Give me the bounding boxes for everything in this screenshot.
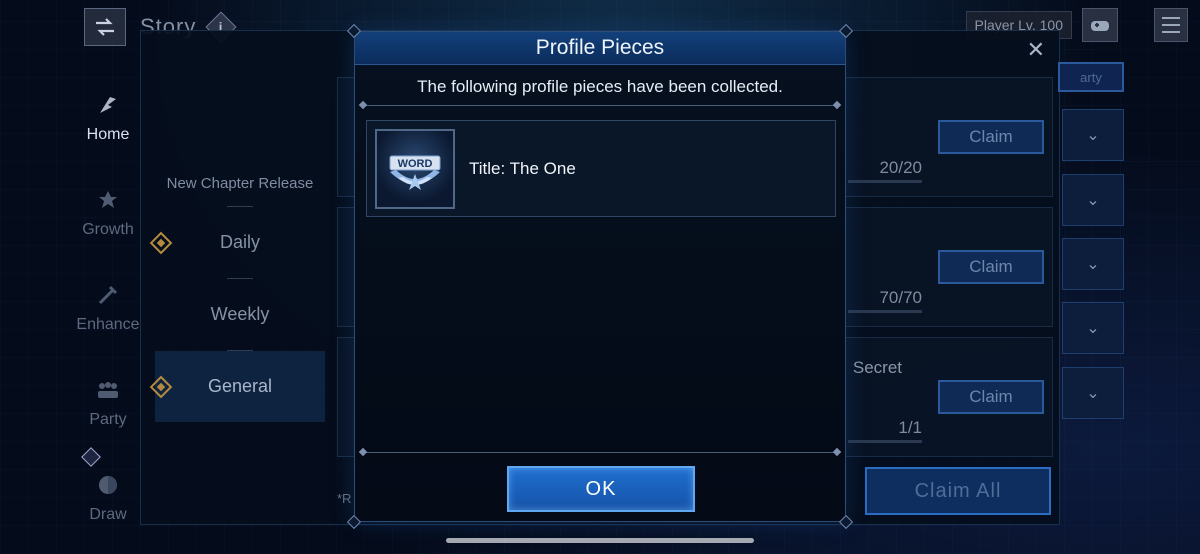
nav-label: Party — [89, 410, 127, 428]
modal-title: Profile Pieces — [355, 32, 845, 65]
party-icon — [95, 377, 121, 403]
nav-label: Home — [86, 125, 130, 143]
piece-label: Title: The One — [469, 158, 576, 178]
chevron-down-icon: ⌄ — [1086, 192, 1100, 209]
mission-progress: 1/1 — [848, 418, 922, 443]
switch-button[interactable] — [84, 8, 126, 46]
expand-button[interactable]: ⌄ — [1062, 174, 1124, 226]
category-list: New Chapter Release Daily Weekly General — [149, 171, 325, 422]
notification-diamond-icon — [149, 231, 173, 254]
ok-button[interactable]: OK — [507, 466, 695, 512]
expand-button[interactable]: ⌄ — [1062, 238, 1124, 290]
menu-icon-line — [1162, 24, 1180, 26]
expand-button[interactable]: ⌄ — [1062, 109, 1124, 161]
chevron-down-icon: ⌄ — [1086, 385, 1100, 402]
enhance-icon — [95, 282, 121, 308]
profile-piece-row: WORD Title: The One — [366, 120, 836, 217]
footnote: *R — [337, 491, 352, 506]
controller-icon — [1091, 21, 1109, 31]
party-button[interactable]: arty — [1058, 62, 1124, 92]
notification-diamond-icon — [149, 375, 173, 398]
growth-icon — [95, 187, 121, 213]
mission-progress: 20/20 — [848, 158, 922, 183]
emblem-text: WORD — [398, 158, 433, 170]
draw-icon — [95, 472, 121, 498]
divider — [363, 105, 837, 106]
nav-item-party[interactable]: Party — [70, 355, 146, 450]
claim-all-button[interactable]: Claim All — [865, 467, 1051, 515]
profile-pieces-modal: Profile Pieces The following profile pie… — [346, 23, 854, 530]
modal-subtitle: The following profile pieces have been c… — [417, 77, 783, 96]
nav-item-enhance[interactable]: Enhance — [70, 260, 146, 355]
nav-item-draw[interactable]: Draw — [70, 447, 146, 545]
divider — [363, 452, 837, 453]
expand-button[interactable]: ⌄ — [1062, 367, 1124, 419]
nav-label: Enhance — [76, 315, 140, 333]
category-weekly[interactable]: Weekly — [155, 279, 325, 350]
chevron-down-icon: ⌄ — [1086, 256, 1100, 273]
category-general[interactable]: General — [149, 351, 325, 422]
nav-label: Draw — [89, 505, 127, 523]
nav-item-home[interactable]: Home — [70, 70, 146, 165]
controller-button[interactable] — [1082, 8, 1118, 42]
category-new-chapter-release[interactable]: New Chapter Release — [155, 161, 325, 206]
menu-button[interactable] — [1154, 8, 1188, 42]
menu-icon-line — [1162, 31, 1180, 33]
left-nav: Home Growth Enhance Party Draw — [70, 70, 146, 545]
title-emblem-icon: WORD — [375, 128, 455, 209]
mission-progress: 70/70 — [848, 288, 922, 313]
switch-arrows-icon — [96, 18, 114, 36]
chevron-down-icon: ⌄ — [1086, 320, 1100, 337]
category-label: Weekly — [210, 304, 270, 324]
expand-button[interactable]: ⌄ — [1062, 302, 1124, 354]
close-icon[interactable]: ✕ — [1027, 37, 1045, 63]
claim-button[interactable]: Claim — [938, 250, 1044, 284]
nav-label: Growth — [82, 220, 134, 238]
notification-badge — [81, 447, 101, 467]
home-indicator[interactable] — [446, 538, 754, 543]
menu-icon-line — [1162, 17, 1180, 19]
category-daily[interactable]: Daily — [149, 207, 325, 278]
mission-name: Secret — [852, 358, 902, 377]
claim-button[interactable]: Claim — [938, 380, 1044, 414]
nav-item-growth[interactable]: Growth — [70, 165, 146, 260]
home-icon — [95, 92, 121, 118]
chevron-down-icon: ⌄ — [1086, 127, 1100, 144]
category-label: General — [207, 376, 273, 396]
category-label: Daily — [219, 232, 260, 252]
claim-button[interactable]: Claim — [938, 120, 1044, 154]
